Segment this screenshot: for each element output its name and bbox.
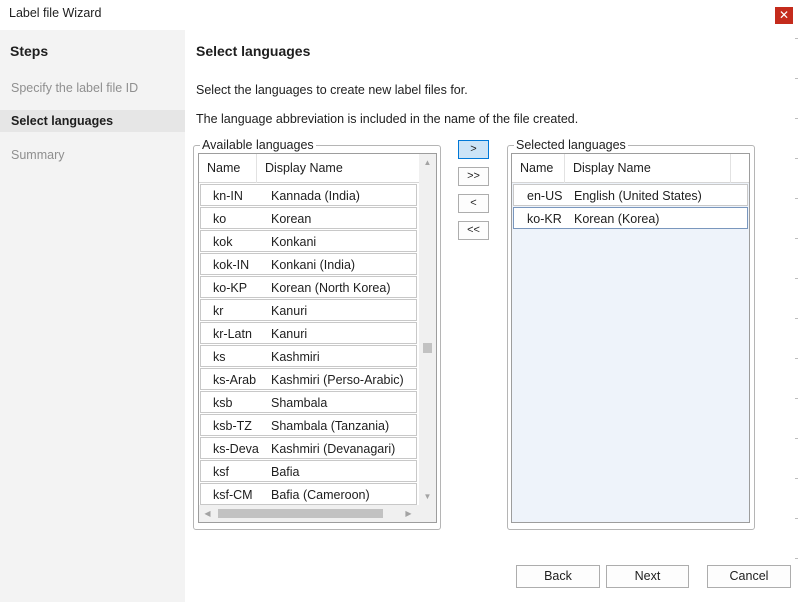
row-display-name: Kashmiri (271, 350, 320, 364)
table-row[interactable]: kok Konkani (200, 230, 417, 252)
cancel-button[interactable]: Cancel (707, 565, 791, 588)
step-label: Select languages (11, 114, 114, 128)
row-name: ko (213, 212, 227, 226)
close-icon: ✕ (778, 8, 790, 22)
table-row[interactable]: ko-KP Korean (North Korea) (200, 276, 417, 298)
remove-button[interactable]: < (458, 194, 489, 213)
row-display-name: Kanuri (271, 327, 308, 341)
title-bar: Label file Wizard ✕ (0, 0, 798, 30)
row-name: en-US (527, 189, 563, 203)
row-display-name: Konkani (India) (271, 258, 356, 272)
step-label: Specify the label file ID (11, 81, 139, 95)
table-row[interactable]: ksf-CM Bafia (Cameroon) (200, 483, 417, 505)
row-display-name: Shambala (271, 396, 328, 410)
back-button[interactable]: Back (516, 565, 600, 588)
step-select-languages[interactable]: Select languages (0, 110, 185, 132)
row-name: ksb-TZ (213, 419, 252, 433)
row-name: ko-KR (527, 212, 562, 226)
row-display-name: English (United States) (574, 189, 702, 203)
steps-panel: Steps Specify the label file ID Select l… (0, 30, 185, 602)
scroll-thumb[interactable] (218, 509, 383, 518)
table-row[interactable]: kr Kanuri (200, 299, 417, 321)
close-button[interactable]: ✕ (775, 7, 793, 24)
scroll-left-icon[interactable]: ◀ (199, 505, 216, 522)
row-display-name: Konkani (271, 235, 317, 249)
table-row[interactable]: en-US English (United States) (513, 184, 748, 206)
window-title: Label file Wizard (9, 6, 102, 20)
note-text: The language abbreviation is included in… (196, 112, 579, 126)
scroll-up-icon[interactable]: ▲ (419, 154, 436, 171)
steps-title: Steps (10, 43, 49, 59)
column-header-name[interactable]: Name (512, 154, 565, 183)
selected-languages-list[interactable]: Name Display Name en-US English (United S… (511, 153, 750, 523)
list-header: Name Display Name (199, 154, 419, 183)
row-name: kn-IN (213, 189, 243, 203)
row-display-name: Korean (Korea) (574, 212, 660, 226)
table-row[interactable]: ks Kashmiri (200, 345, 417, 367)
row-display-name: Kashmiri (Perso-Arabic) (271, 373, 404, 387)
table-row[interactable]: ko-KR Korean (Korea) (513, 207, 748, 229)
row-name: ksb (213, 396, 233, 410)
scroll-corner (419, 505, 436, 522)
step-label: Summary (11, 148, 65, 162)
available-languages-legend: Available languages (200, 137, 316, 153)
table-row[interactable]: ksb Shambala (200, 391, 417, 413)
horizontal-scrollbar[interactable]: ◀ ▶ (199, 505, 419, 522)
row-name: ksf-CM (213, 488, 253, 502)
scroll-thumb[interactable] (423, 343, 432, 353)
remove-all-button[interactable]: << (458, 221, 489, 240)
table-row[interactable]: ks-Arab Kashmiri (Perso-Arabic) (200, 368, 417, 390)
add-all-button[interactable]: >> (458, 167, 489, 186)
table-row[interactable]: kok-IN Konkani (India) (200, 253, 417, 275)
table-row[interactable]: ks-Deva Kashmiri (Devanagari) (200, 437, 417, 459)
scroll-right-icon[interactable]: ▶ (400, 505, 417, 522)
row-display-name: Kashmiri (Devanagari) (271, 442, 396, 456)
available-languages-list[interactable]: Name Display Name kn-IN Kannada (India) ko… (198, 153, 437, 523)
row-name: ko-KP (213, 281, 248, 295)
row-name: ks (213, 350, 226, 364)
list-header: Name Display Name (512, 154, 749, 183)
row-name: ksf (213, 465, 229, 479)
column-header-display-name[interactable]: Display Name (565, 154, 731, 183)
row-display-name: Bafia (271, 465, 300, 479)
table-row[interactable]: ko Korean (200, 207, 417, 229)
row-name: kr-Latn (213, 327, 252, 341)
row-display-name: Korean (North Korea) (271, 281, 391, 295)
step-specify-label-file-id[interactable]: Specify the label file ID (0, 77, 185, 99)
table-row[interactable]: ksf Bafia (200, 460, 417, 482)
selected-languages-legend: Selected languages (514, 137, 628, 153)
table-row[interactable]: ksb-TZ Shambala (Tanzania) (200, 414, 417, 436)
row-display-name: Bafia (Cameroon) (271, 488, 370, 502)
row-display-name: Shambala (Tanzania) (271, 419, 390, 433)
page-title: Select languages (196, 43, 311, 59)
row-name: kr (213, 304, 224, 318)
step-summary[interactable]: Summary (0, 144, 185, 166)
row-display-name: Korean (271, 212, 312, 226)
vertical-scrollbar[interactable]: ▲ ▼ (419, 154, 436, 505)
row-name: kok (213, 235, 233, 249)
add-button[interactable]: > (458, 140, 489, 159)
row-name: kok-IN (213, 258, 250, 272)
scroll-down-icon[interactable]: ▼ (419, 488, 436, 505)
table-row[interactable]: kn-IN Kannada (India) (200, 184, 417, 206)
next-button[interactable]: Next (606, 565, 689, 588)
instruction-text: Select the languages to create new label… (196, 83, 468, 97)
column-header-display-name[interactable]: Display Name (257, 154, 419, 183)
row-name: ks-Arab (213, 373, 257, 387)
table-row[interactable]: kr-Latn Kanuri (200, 322, 417, 344)
column-header-name[interactable]: Name (199, 154, 257, 183)
row-name: ks-Deva (213, 442, 259, 456)
row-display-name: Kanuri (271, 304, 308, 318)
row-display-name: Kannada (India) (271, 189, 360, 203)
